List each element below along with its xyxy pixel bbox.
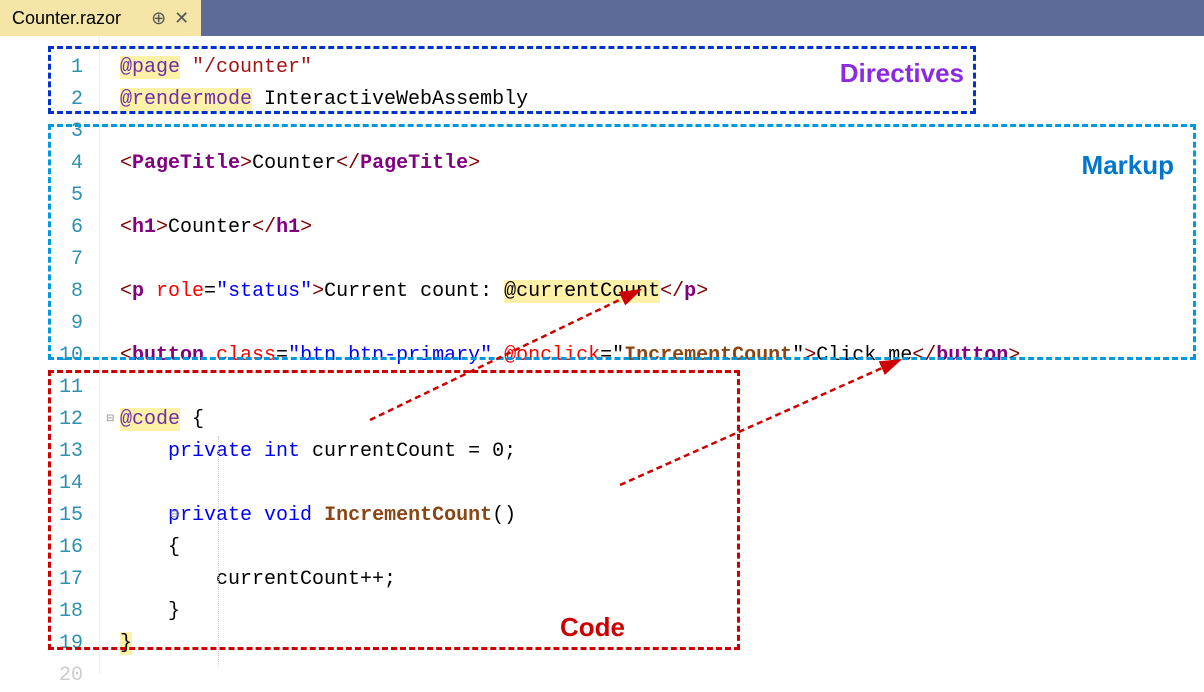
tab-filename: Counter.razor	[12, 8, 121, 29]
line-number: 5	[0, 180, 83, 212]
line-number: 14	[0, 468, 83, 500]
code-line: <PageTitle>Counter</PageTitle>	[120, 148, 1204, 180]
code-line	[120, 308, 1204, 340]
line-number: 12	[0, 404, 83, 436]
code-line: <p role="status">Current count: @current…	[120, 276, 1204, 308]
line-number: 13	[0, 436, 83, 468]
indent-guide	[218, 436, 219, 666]
line-number-gutter: 1 2 3 4 5 6 7 8 9 10 11 12 13 14 15 16 1…	[0, 36, 100, 674]
line-number: 17	[0, 564, 83, 596]
line-number: 8	[0, 276, 83, 308]
code-editor[interactable]: 1 2 3 4 5 6 7 8 9 10 11 12 13 14 15 16 1…	[0, 36, 1204, 674]
code-line: currentCount++;	[120, 564, 1204, 596]
fold-icon[interactable]: ⊟	[106, 404, 114, 436]
title-bar: Counter.razor ⊕ ✕	[0, 0, 1204, 36]
code-line	[120, 468, 1204, 500]
line-number: 1	[0, 52, 83, 84]
line-number: 20	[0, 660, 83, 692]
code-line	[120, 116, 1204, 148]
code-line: ⊟ private void IncrementCount()	[120, 500, 1204, 532]
line-number: 16	[0, 532, 83, 564]
line-number: 3	[0, 116, 83, 148]
line-number: 2	[0, 84, 83, 116]
code-line	[120, 244, 1204, 276]
line-number: 4	[0, 148, 83, 180]
fold-icon[interactable]: ⊟	[170, 500, 178, 532]
code-line: @page "/counter"	[120, 52, 1204, 84]
code-line: ⊟@code {	[120, 404, 1204, 436]
line-number: 6	[0, 212, 83, 244]
code-line: }	[120, 596, 1204, 628]
code-line: {	[120, 532, 1204, 564]
code-content[interactable]: @page "/counter" @rendermode Interactive…	[100, 36, 1204, 674]
line-number: 19	[0, 628, 83, 660]
line-number: 7	[0, 244, 83, 276]
pin-icon[interactable]: ⊕	[151, 8, 166, 29]
line-number: 10	[0, 340, 83, 372]
code-line: private int currentCount = 0;	[120, 436, 1204, 468]
line-number: 15	[0, 500, 83, 532]
code-line: }	[120, 628, 1204, 660]
line-number: 9	[0, 308, 83, 340]
code-line	[120, 372, 1204, 404]
line-number: 11	[0, 372, 83, 404]
code-line: <h1>Counter</h1>	[120, 212, 1204, 244]
close-icon[interactable]: ✕	[174, 8, 189, 29]
file-tab[interactable]: Counter.razor ⊕ ✕	[0, 0, 201, 36]
line-number: 18	[0, 596, 83, 628]
code-line: <button class="btn btn-primary" @onclick…	[120, 340, 1204, 372]
code-line	[120, 180, 1204, 212]
code-line: @rendermode InteractiveWebAssembly	[120, 84, 1204, 116]
